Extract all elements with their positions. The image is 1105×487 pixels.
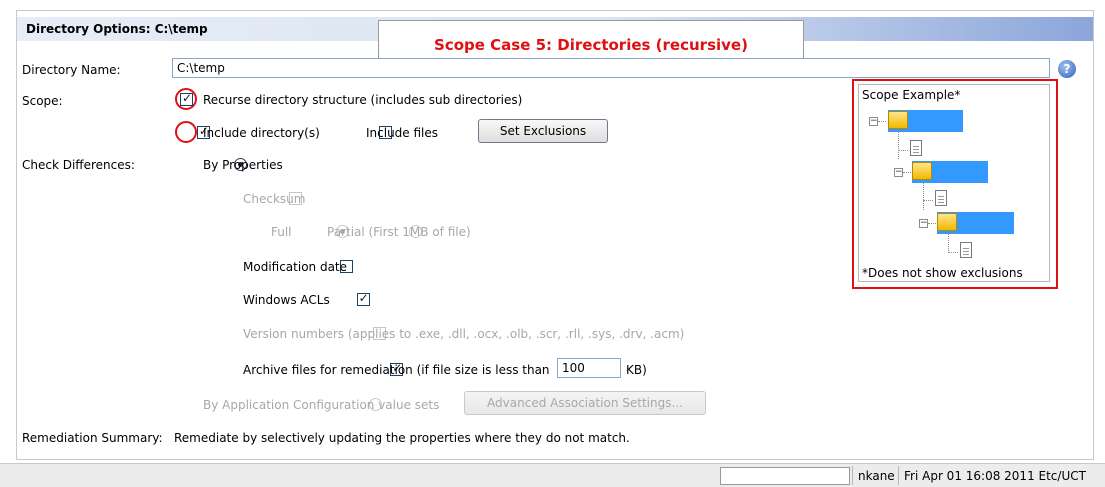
directory-name-field[interactable]: C:\temp [172,58,1050,78]
scope-label: Scope: [22,94,63,108]
collapse-icon: − [869,116,878,126]
folder-icon [937,213,957,231]
by-properties-label: By Properties [203,158,283,172]
check-differences-label: Check Differences: [22,158,135,172]
include-files-label: Include files [366,126,439,140]
windows-acls-checkbox[interactable]: ✓ [356,291,370,306]
directory-name-label: Directory Name: [22,63,121,77]
tree-connector [923,200,933,201]
archive-size-field[interactable]: 100 [557,358,621,378]
status-user: nkane [858,469,895,483]
tree-connector [898,150,908,151]
file-icon [960,242,972,258]
recurse-label: Recurse directory structure (includes su… [203,93,523,107]
modification-date-label: Modification date [243,260,348,274]
highlight-circle [175,121,197,143]
check-icon: ✓ [182,91,193,105]
tree-connector [923,182,924,210]
by-app-config-label: By Application Configuration value sets [203,398,440,412]
collapse-icon: − [894,167,903,177]
status-separator [852,466,853,485]
file-icon [935,190,947,206]
status-field [720,467,850,485]
partial-label: Partial (First 1MB of file) [327,225,471,239]
remediation-summary-label: Remediation Summary: [22,431,163,445]
status-separator [898,466,899,485]
windows-acls-label: Windows ACLs [243,293,330,307]
tree-connector [948,233,949,253]
archive-files-label: Archive files for remediation (if file s… [243,363,550,377]
annotation-text: Scope Case 5: Directories (recursive) [434,36,748,54]
file-icon [910,140,922,156]
tree-connector [903,172,911,173]
checksum-label: Checksum [243,192,306,206]
folder-icon [888,111,908,129]
tree-connector [948,252,958,253]
scope-example-title: Scope Example* [862,88,961,102]
status-datetime: Fri Apr 01 16:08 2011 Etc/UCT [904,469,1086,483]
check-icon: ✓ [358,291,369,305]
recurse-checkbox[interactable]: ✓ [180,91,193,106]
scope-example-footnote: *Does not show exclusions [862,266,1023,280]
tree-connector [928,223,936,224]
collapse-icon: − [919,218,928,228]
remediation-summary-text: Remediate by selectively updating the pr… [174,431,630,445]
advanced-association-settings-button[interactable]: Advanced Association Settings... [464,391,706,415]
version-numbers-label: Version numbers (applies to .exe, .dll, … [243,327,685,341]
set-exclusions-button[interactable]: Set Exclusions [478,119,608,143]
tree-connector [878,121,886,122]
full-label: Full [271,225,292,239]
archive-size-unit: KB) [626,363,647,377]
folder-icon [912,162,932,180]
tree-connector [898,131,899,159]
panel-title: Directory Options: C:\temp [26,22,208,36]
help-icon[interactable]: ? [1058,60,1076,78]
include-directories-label: Include directory(s) [203,126,320,140]
